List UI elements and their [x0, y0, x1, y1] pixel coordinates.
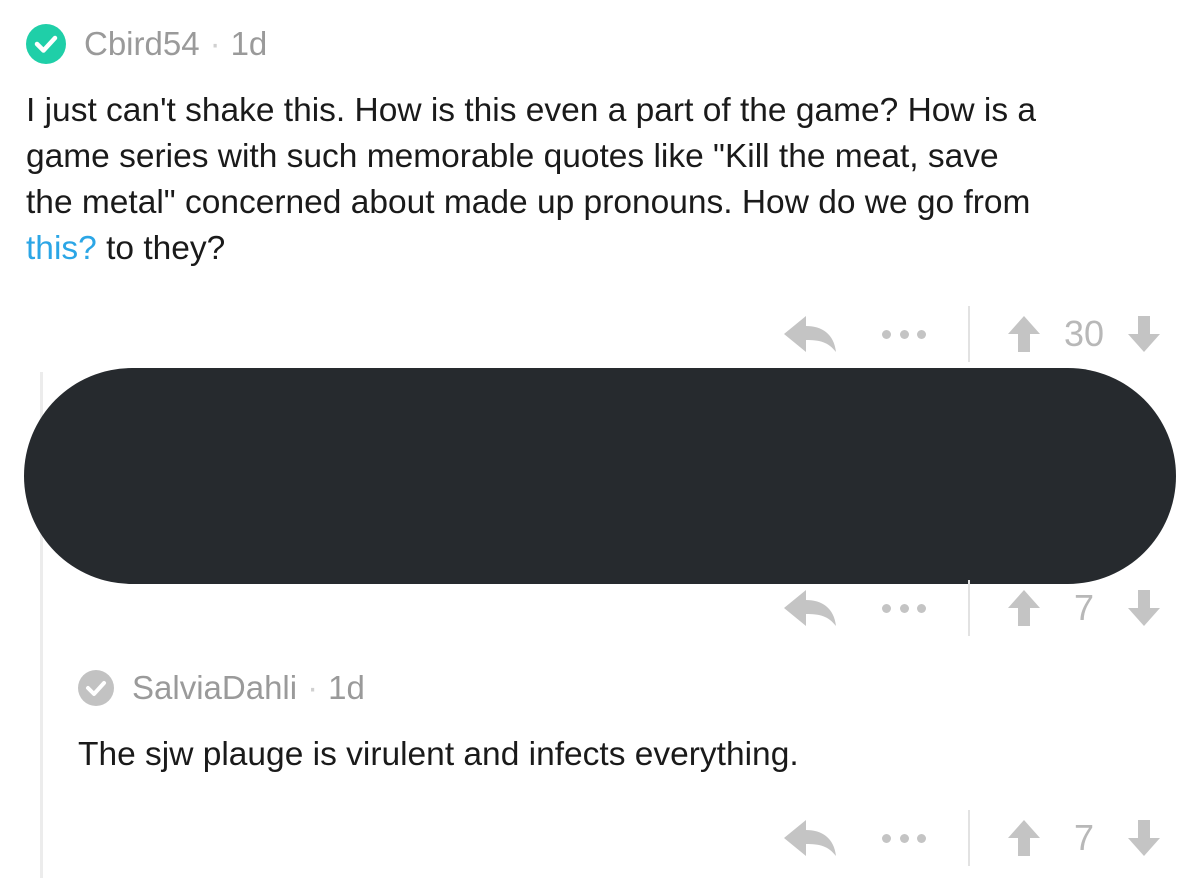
more-dots-icon[interactable]: [882, 329, 926, 339]
redacted-comment: [24, 368, 1176, 584]
downvote-arrow-icon[interactable]: [1126, 818, 1162, 858]
vote-score: 30: [1063, 313, 1105, 354]
downvote-arrow-icon[interactable]: [1126, 314, 1162, 354]
comment-line: I just can't shake this. How is this eve…: [26, 92, 1037, 129]
comment-actions: 7: [782, 808, 1162, 868]
comment-age: 1d: [328, 669, 365, 706]
comment-line-tail: to they?: [96, 230, 226, 267]
check-badge-icon: [26, 24, 66, 64]
comment-header: SalviaDahli · 1d: [78, 668, 365, 708]
comment-actions: 30: [782, 304, 1162, 364]
vote-score: 7: [1073, 817, 1095, 858]
upvote-arrow-icon[interactable]: [1006, 314, 1042, 354]
divider: [968, 580, 970, 636]
upvote-arrow-icon[interactable]: [1006, 818, 1042, 858]
username[interactable]: Cbird54: [84, 25, 200, 63]
meta-separator: ·: [307, 669, 319, 706]
comment-body: I just can't shake this. How is this eve…: [26, 88, 1036, 272]
comment-actions: 7: [782, 578, 1162, 638]
meta-separator: ·: [209, 25, 221, 62]
comment-age: 1d: [230, 25, 268, 62]
comment-line: game series with such memorable quotes l…: [26, 138, 999, 175]
reply-arrow-icon[interactable]: [782, 586, 838, 630]
comment-line: this? to they?: [26, 226, 1036, 272]
downvote-arrow-icon[interactable]: [1126, 588, 1162, 628]
username[interactable]: SalviaDahli: [132, 669, 297, 707]
divider: [968, 306, 970, 362]
reply-arrow-icon[interactable]: [782, 312, 838, 356]
upvote-arrow-icon[interactable]: [1006, 588, 1042, 628]
comment-link[interactable]: this?: [26, 230, 97, 267]
comment-header: Cbird54 · 1d: [26, 24, 267, 64]
comment-line: the metal" concerned about made up prono…: [26, 184, 1031, 221]
more-dots-icon[interactable]: [882, 833, 926, 843]
check-badge-icon: [78, 670, 114, 706]
comment-body: The sjw plauge is virulent and infects e…: [78, 732, 799, 778]
reply-arrow-icon[interactable]: [782, 816, 838, 860]
comment-line: The sjw plauge is virulent and infects e…: [78, 736, 799, 773]
vote-score: 7: [1073, 587, 1095, 628]
more-dots-icon[interactable]: [882, 603, 926, 613]
divider: [968, 810, 970, 866]
